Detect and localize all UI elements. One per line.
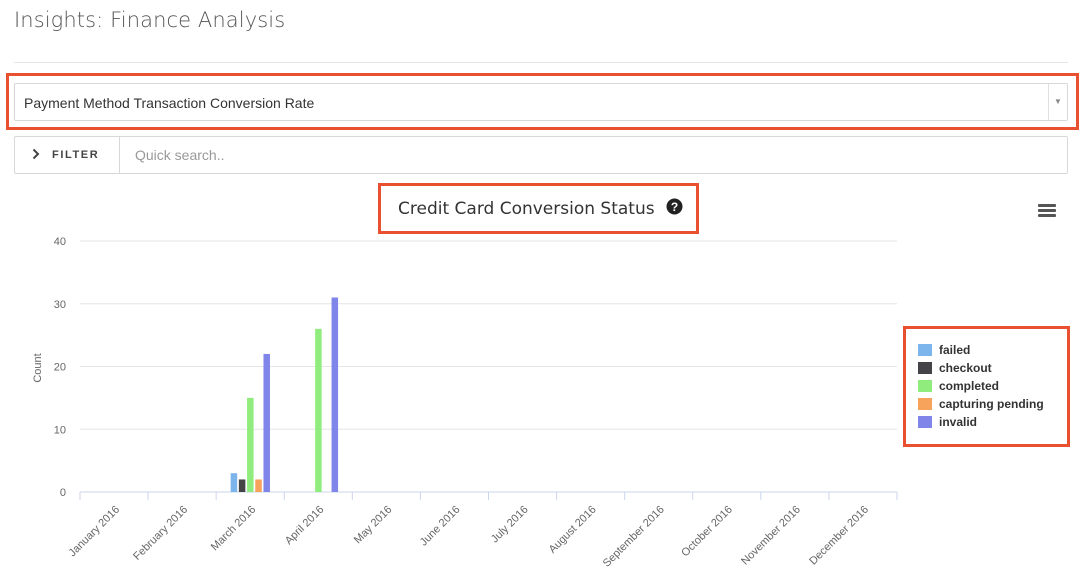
legend-label: completed bbox=[939, 379, 1000, 393]
x-tick-label: September 2016 bbox=[601, 504, 667, 570]
bar-completed[interactable] bbox=[315, 328, 322, 492]
legend-swatch bbox=[918, 380, 932, 392]
x-tick-label: November 2016 bbox=[739, 504, 803, 568]
legend-label: capturing pending bbox=[939, 397, 1044, 411]
y-tick-label: 20 bbox=[54, 362, 66, 374]
legend-label: checkout bbox=[939, 361, 992, 375]
svg-text:?: ? bbox=[671, 200, 678, 214]
filter-toggle-button[interactable]: FILTER bbox=[15, 137, 120, 173]
chart-title: Credit Card Conversion Status bbox=[398, 199, 655, 219]
legend-swatch bbox=[918, 398, 932, 410]
legend-swatch bbox=[918, 362, 932, 374]
y-axis-label: Count bbox=[32, 353, 44, 382]
chart-legend: failed checkout completed capturing pending… bbox=[918, 342, 1066, 432]
title-divider bbox=[14, 62, 1068, 63]
bar-failed[interactable] bbox=[230, 473, 238, 492]
y-tick-label: 0 bbox=[60, 487, 66, 499]
bar-invalid[interactable] bbox=[263, 353, 270, 492]
y-tick-label: 40 bbox=[54, 236, 66, 248]
bar-checkout[interactable] bbox=[238, 479, 246, 492]
bar-invalid[interactable] bbox=[331, 297, 339, 492]
legend-swatch bbox=[918, 416, 932, 428]
y-tick-label: 30 bbox=[54, 299, 66, 311]
legend-swatch bbox=[918, 344, 932, 356]
report-select-value: Payment Method Transaction Conversion Ra… bbox=[24, 95, 315, 111]
hamburger-menu-icon[interactable] bbox=[1038, 204, 1056, 218]
x-tick-label: December 2016 bbox=[807, 504, 871, 568]
legend-item[interactable]: failed bbox=[918, 342, 1066, 360]
page-title: Insights: Finance Analysis bbox=[14, 8, 286, 32]
x-tick-label: October 2016 bbox=[679, 504, 735, 560]
legend-label: failed bbox=[939, 343, 971, 357]
chart-plot: 0 10 20 30 40 January 2016 February 2016 March… bbox=[32, 236, 898, 570]
chevron-right-icon bbox=[32, 148, 40, 160]
legend-item[interactable]: capturing pending bbox=[918, 396, 1066, 414]
filter-label: FILTER bbox=[52, 149, 100, 161]
x-tick-label: January 2016 bbox=[67, 504, 123, 560]
report-select[interactable]: Payment Method Transaction Conversion Ra… bbox=[14, 83, 1068, 121]
x-tick-label: July 2016 bbox=[489, 504, 531, 546]
x-tick-label: May 2016 bbox=[352, 504, 395, 547]
legend-item[interactable]: checkout bbox=[918, 360, 1066, 378]
legend-item[interactable]: invalid bbox=[918, 414, 1066, 432]
question-circle-icon[interactable]: ? bbox=[666, 198, 683, 215]
x-tick-label: March 2016 bbox=[209, 504, 259, 554]
caret-down-icon: ▼ bbox=[1054, 97, 1062, 106]
x-tick-label: February 2016 bbox=[131, 504, 190, 563]
legend-item[interactable]: completed bbox=[918, 378, 1066, 396]
select-caret[interactable]: ▼ bbox=[1048, 84, 1067, 120]
legend-label: invalid bbox=[939, 415, 978, 429]
quick-search-input[interactable] bbox=[121, 138, 1061, 172]
filter-bar: FILTER bbox=[14, 136, 1068, 174]
x-tick-label: June 2016 bbox=[418, 504, 463, 549]
bar-completed[interactable] bbox=[247, 397, 254, 492]
bar-capturing-pending[interactable] bbox=[255, 479, 262, 492]
x-tick-label: April 2016 bbox=[283, 504, 327, 548]
y-tick-label: 10 bbox=[54, 424, 66, 436]
x-tick-label: August 2016 bbox=[547, 504, 599, 556]
